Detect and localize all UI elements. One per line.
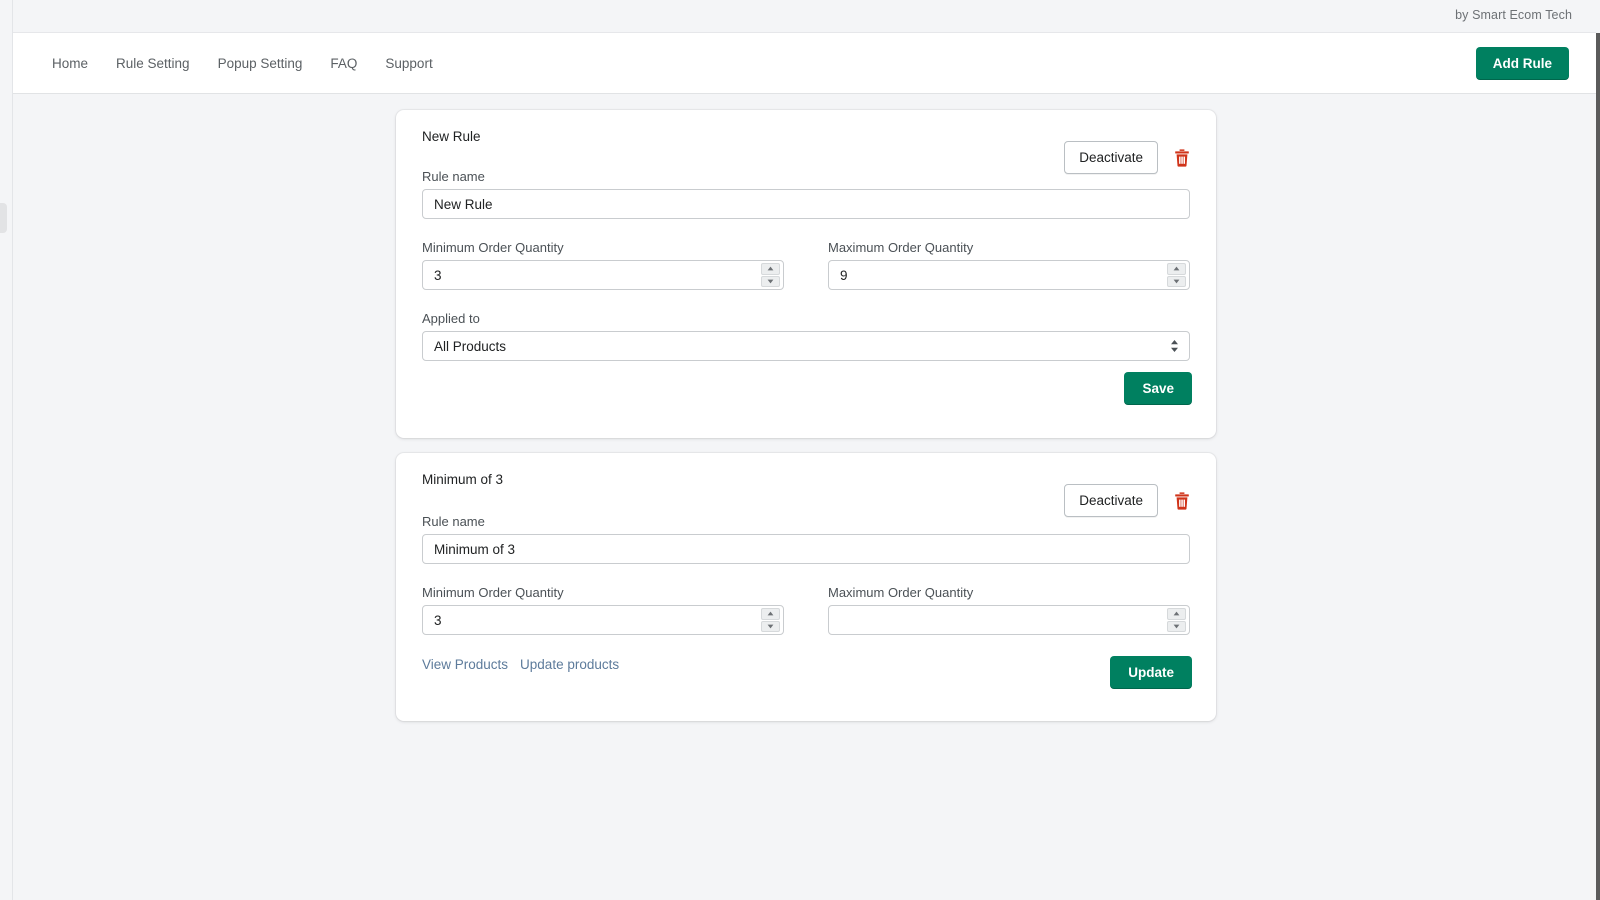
chevron-up-icon (1173, 266, 1180, 271)
minimum-quantity-stepper (761, 608, 780, 632)
chevron-down-icon (767, 279, 774, 284)
browser-viewport: by Smart Ecom Tech Home Rule Setting Pop… (0, 0, 1600, 900)
save-button[interactable]: Save (1124, 372, 1192, 405)
nav-item-support[interactable]: Support (371, 50, 446, 77)
maximum-order-quantity-group: Maximum Order Quantity (828, 240, 1190, 290)
rule-name-input[interactable] (422, 189, 1190, 219)
delete-rule-button[interactable] (1172, 147, 1192, 169)
window-right-edge (1596, 0, 1600, 900)
minimum-order-quantity-label: Minimum Order Quantity (422, 585, 784, 600)
rule-name-label: Rule name (422, 514, 1190, 529)
update-products-link[interactable]: Update products (520, 657, 619, 672)
maximum-order-quantity-group: Maximum Order Quantity (828, 585, 1190, 635)
minimum-quantity-stepper (761, 263, 780, 287)
minimum-order-quantity-group: Minimum Order Quantity (422, 585, 784, 635)
sidebar-drawer-handle[interactable] (0, 203, 7, 233)
view-products-link[interactable]: View Products (422, 657, 508, 672)
maximum-order-quantity-wrap (828, 260, 1190, 290)
rule-card-new-rule: New Rule Deactivate (396, 110, 1216, 438)
applied-to-select[interactable]: All Products (422, 331, 1190, 361)
maximum-quantity-stepper (1167, 608, 1186, 632)
maximum-order-quantity-input[interactable] (828, 605, 1190, 635)
maximum-quantity-stepper (1167, 263, 1186, 287)
maximum-quantity-increment-button[interactable] (1167, 608, 1186, 620)
chevron-up-icon (1173, 611, 1180, 616)
chevron-up-icon (767, 611, 774, 616)
trash-icon (1174, 498, 1190, 513)
nav-item-faq[interactable]: FAQ (316, 50, 371, 77)
applied-to-label: Applied to (422, 311, 1190, 326)
minimum-order-quantity-wrap (422, 260, 784, 290)
quantity-fields-row: Minimum Order Quantity (422, 585, 1190, 635)
maximum-quantity-decrement-button[interactable] (1167, 276, 1186, 288)
minimum-quantity-increment-button[interactable] (761, 263, 780, 275)
deactivate-button[interactable]: Deactivate (1064, 484, 1158, 517)
rule-card-title: Minimum of 3 (422, 472, 503, 487)
rule-name-label: Rule name (422, 169, 1190, 184)
maximum-order-quantity-label: Maximum Order Quantity (828, 585, 1190, 600)
rule-name-field-group: Rule name (422, 514, 1190, 564)
maximum-quantity-increment-button[interactable] (1167, 263, 1186, 275)
minimum-quantity-decrement-button[interactable] (761, 276, 780, 288)
minimum-order-quantity-input[interactable] (422, 260, 784, 290)
applied-to-select-wrap: All Products (422, 331, 1190, 361)
nav-item-rule-setting[interactable]: Rule Setting (102, 50, 204, 77)
rule-name-field-group: Rule name (422, 169, 1190, 219)
rule-card-header-actions: Deactivate (1064, 484, 1192, 517)
product-links-group: View Products Update products (422, 657, 619, 672)
chevron-down-icon (1173, 624, 1180, 629)
minimum-order-quantity-group: Minimum Order Quantity (422, 240, 784, 290)
maximum-quantity-decrement-button[interactable] (1167, 621, 1186, 633)
minimum-order-quantity-label: Minimum Order Quantity (422, 240, 784, 255)
rule-name-input[interactable] (422, 534, 1190, 564)
minimum-order-quantity-input[interactable] (422, 605, 784, 635)
nav-item-home[interactable]: Home (40, 50, 102, 77)
attribution-bar: by Smart Ecom Tech (13, 0, 1596, 33)
minimum-order-quantity-wrap (422, 605, 784, 635)
maximum-order-quantity-label: Maximum Order Quantity (828, 240, 1190, 255)
attribution-text: by Smart Ecom Tech (1455, 8, 1572, 22)
chevron-down-icon (767, 624, 774, 629)
delete-rule-button[interactable] (1172, 490, 1192, 512)
add-rule-button[interactable]: Add Rule (1476, 47, 1569, 80)
applied-to-selected-value: All Products (434, 339, 506, 354)
top-navigation-bar: Home Rule Setting Popup Setting FAQ Supp… (13, 33, 1596, 94)
quantity-fields-row: Minimum Order Quantity (422, 240, 1190, 290)
maximum-order-quantity-wrap (828, 605, 1190, 635)
rule-card-minimum-of-3: Minimum of 3 Deactivate (396, 453, 1216, 721)
applied-to-group: Applied to All Products (422, 311, 1190, 361)
update-button[interactable]: Update (1110, 656, 1192, 689)
rule-card-title: New Rule (422, 129, 481, 144)
chevron-up-icon (767, 266, 774, 271)
trash-icon (1174, 155, 1190, 170)
minimum-quantity-increment-button[interactable] (761, 608, 780, 620)
nav-item-popup-setting[interactable]: Popup Setting (204, 50, 317, 77)
window-right-edge-top (1596, 0, 1600, 33)
chevron-down-icon (1173, 279, 1180, 284)
left-chrome-strip (0, 0, 13, 900)
main-content-area: New Rule Deactivate (14, 94, 1596, 900)
nav-items-group: Home Rule Setting Popup Setting FAQ Supp… (40, 33, 447, 94)
maximum-order-quantity-input[interactable] (828, 260, 1190, 290)
minimum-quantity-decrement-button[interactable] (761, 621, 780, 633)
